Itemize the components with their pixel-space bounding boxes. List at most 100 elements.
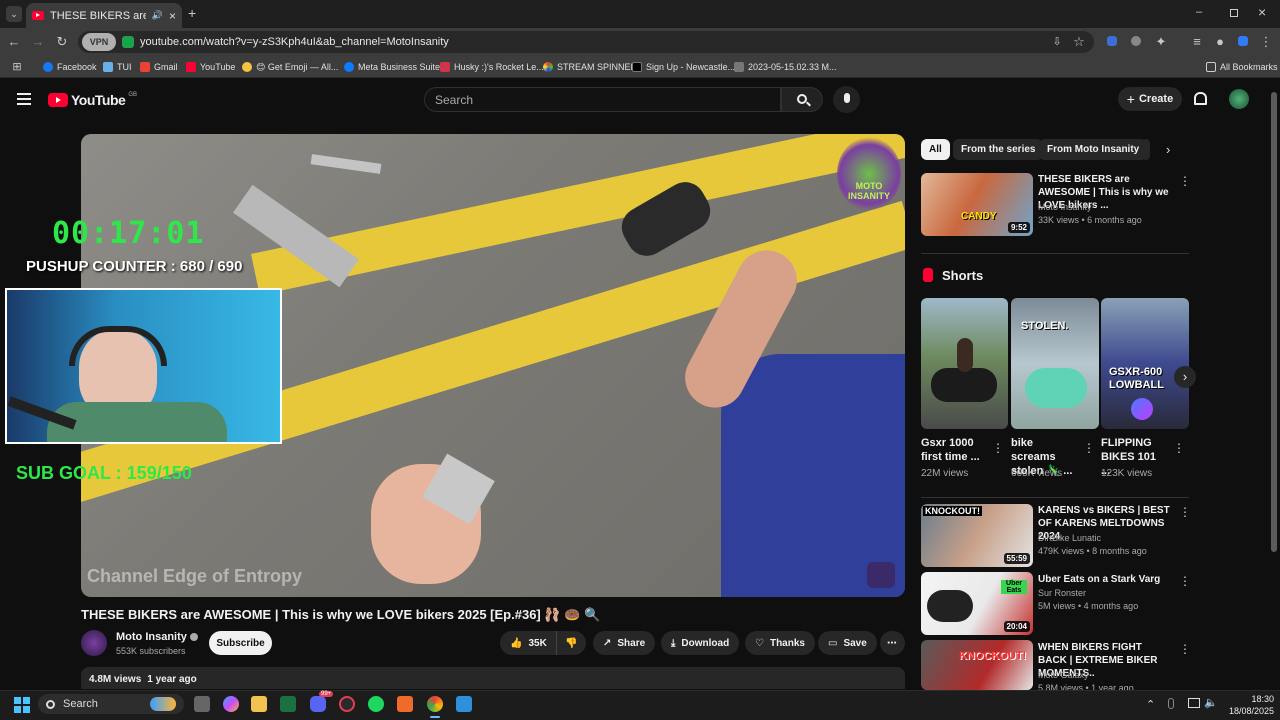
short-thumbnail[interactable]: GSXR-600 LOWBALL — [1101, 298, 1189, 429]
bookmark-2023-video[interactable]: 2023-05-15.02.33 M... — [734, 60, 837, 74]
copilot-icon[interactable] — [223, 696, 239, 712]
related-channel[interactable]: DirtBike Lunatic — [1038, 532, 1101, 545]
forward-icon[interactable]: → — [30, 34, 46, 50]
chrome-icon[interactable] — [427, 696, 443, 712]
taskbar-date[interactable]: 18/08/2025 — [1224, 706, 1274, 716]
page-scrollbar[interactable] — [1271, 92, 1277, 552]
bookmark-gmail[interactable]: Gmail — [140, 60, 178, 74]
related-thumbnail[interactable]: CANDY 9:52 — [921, 173, 1033, 236]
related-channel[interactable]: Moto Insanity — [1038, 201, 1092, 214]
bookmark-tui[interactable]: TUI — [103, 60, 132, 74]
related-channel[interactable]: Sur Ronster — [1038, 587, 1086, 600]
apps-grid-icon[interactable]: ⊞ — [9, 59, 25, 75]
related-thumbnail[interactable]: KNOCKOUT! — [921, 640, 1033, 690]
speaker-icon[interactable]: 🔊 — [152, 10, 163, 21]
reading-list-icon[interactable]: ≡ — [1189, 34, 1205, 50]
create-button[interactable]: + Create — [1118, 87, 1182, 111]
spotify-icon[interactable] — [368, 696, 384, 712]
windows-start-icon[interactable] — [14, 697, 30, 713]
save-button[interactable]: ▭ Save — [818, 631, 877, 655]
app-blue-icon[interactable] — [456, 696, 472, 712]
tab-list-icon[interactable]: ⌄ — [6, 6, 22, 22]
dislike-button[interactable]: 👎 — [556, 631, 586, 655]
extensions-puzzle-icon[interactable]: ✦ — [1153, 34, 1169, 50]
all-bookmarks[interactable]: All Bookmarks — [1206, 60, 1278, 74]
restore-icon[interactable] — [1230, 9, 1238, 17]
more-actions-button[interactable]: ⋯ — [880, 631, 905, 655]
bookmark-get-emoji[interactable]: 😊 Get Emoji — All... — [242, 60, 338, 74]
back-icon[interactable]: ← — [6, 34, 22, 50]
thanks-button[interactable]: ♡ Thanks — [745, 631, 815, 655]
short-menu-icon[interactable]: ⋮ — [1083, 442, 1095, 454]
menu-dots-icon[interactable]: ⋮ — [1258, 34, 1274, 50]
task-view-icon[interactable] — [194, 696, 210, 712]
extension-blue-icon[interactable] — [1104, 34, 1120, 50]
hamburger-menu-icon[interactable] — [17, 93, 31, 105]
profile-icon[interactable]: ● — [1212, 34, 1228, 50]
vpn-badge[interactable]: VPN — [82, 33, 116, 51]
short-thumbnail[interactable] — [921, 298, 1008, 429]
url-text[interactable]: youtube.com/watch?v=y-zS3Kph4uI&ab_chann… — [140, 36, 449, 48]
account-avatar[interactable] — [1229, 89, 1249, 109]
bookmark-meta-business[interactable]: Meta Business Suite — [344, 60, 440, 74]
app-red-icon[interactable] — [339, 696, 355, 712]
mic-tray-icon[interactable] — [1168, 698, 1174, 709]
related-menu-icon[interactable]: ⋮ — [1179, 175, 1191, 187]
close-tab-icon[interactable]: × — [169, 9, 176, 23]
channel-avatar[interactable] — [81, 630, 107, 656]
address-bar[interactable]: VPN youtube.com/watch?v=y-zS3Kph4uI&ab_c… — [78, 31, 1094, 53]
install-app-icon[interactable]: ⇩ — [1049, 34, 1065, 50]
taskbar-time[interactable]: 18:30 — [1238, 694, 1274, 704]
bookmark-stream-spinner[interactable]: STREAM SPINNER — [543, 60, 637, 74]
search-button[interactable] — [781, 87, 823, 112]
taskbar-search[interactable]: Search — [38, 694, 184, 714]
chips-next-chevron-icon[interactable]: › — [1166, 142, 1170, 157]
related-menu-icon[interactable]: ⋮ — [1179, 575, 1191, 587]
chip-from-moto-insanity[interactable]: From Moto Insanity — [1039, 139, 1148, 160]
related-title[interactable]: Uber Eats on a Stark Varg — [1038, 573, 1172, 586]
app-orange-icon[interactable] — [397, 696, 413, 712]
volume-icon[interactable]: 🔈 — [1204, 696, 1218, 709]
description-box[interactable]: 4.8M views 1 year ago — [81, 667, 905, 689]
chip-all[interactable]: All — [921, 139, 950, 160]
discord-icon[interactable]: 99+ — [310, 691, 334, 712]
subscribe-button[interactable]: Subscribe — [209, 631, 272, 655]
extension-shield-icon[interactable] — [1235, 34, 1251, 50]
network-icon[interactable] — [1188, 698, 1200, 708]
bookmark-star-icon[interactable]: ☆ — [1071, 34, 1087, 50]
chip-from-series[interactable]: From the series — [953, 139, 1044, 160]
extension-grey-icon[interactable] — [1128, 34, 1144, 50]
related-thumbnail[interactable]: KNOCKOUT! 55:59 — [921, 504, 1033, 567]
shorts-next-button[interactable]: › — [1174, 366, 1196, 388]
browser-tab-active[interactable]: THESE BIKERS are AWESOME 🔊 × — [26, 3, 182, 28]
reload-icon[interactable]: ↻ — [54, 34, 70, 50]
short-menu-icon[interactable]: ⋮ — [992, 442, 1004, 454]
bookmark-newcastle[interactable]: Sign Up - Newcastle... — [632, 60, 735, 74]
site-info-icon[interactable] — [122, 36, 134, 48]
short-title[interactable]: Gsxr 1000 first time ... — [921, 436, 983, 464]
related-thumbnail[interactable]: Uber Eats 20:04 — [921, 572, 1033, 635]
bookmark-youtube[interactable]: YouTube — [186, 60, 235, 74]
bookmark-rocket-league[interactable]: Husky :)'s Rocket Le... — [440, 60, 544, 74]
excel-icon[interactable] — [280, 696, 296, 712]
share-button[interactable]: ↗ Share — [593, 631, 656, 655]
bookmark-facebook[interactable]: Facebook — [43, 60, 97, 74]
like-button[interactable]: 👍 35K — [500, 631, 556, 655]
notifications-bell-icon[interactable] — [1194, 92, 1207, 105]
tray-chevron-icon[interactable]: ⌃ — [1146, 698, 1155, 711]
download-button[interactable]: ⤓ Download — [661, 631, 740, 655]
related-menu-icon[interactable]: ⋮ — [1179, 643, 1191, 655]
chip-partial[interactable] — [1142, 139, 1150, 160]
search-input[interactable]: Search — [424, 87, 781, 112]
close-window-icon[interactable]: × — [1258, 4, 1270, 20]
short-thumbnail[interactable]: STOLEN. — [1011, 298, 1099, 429]
short-menu-icon[interactable]: ⋮ — [1173, 442, 1185, 454]
minimize-icon[interactable]: – — [1196, 6, 1208, 18]
related-channel[interactable]: Moto Galaxy — [1038, 669, 1089, 682]
channel-name[interactable]: Moto Insanity — [116, 631, 198, 643]
related-menu-icon[interactable]: ⋮ — [1179, 506, 1191, 518]
voice-search-button[interactable] — [833, 86, 860, 113]
file-explorer-icon[interactable] — [251, 696, 267, 712]
youtube-logo[interactable]: YouTube GB — [48, 92, 137, 108]
new-tab-icon[interactable]: + — [188, 5, 202, 21]
